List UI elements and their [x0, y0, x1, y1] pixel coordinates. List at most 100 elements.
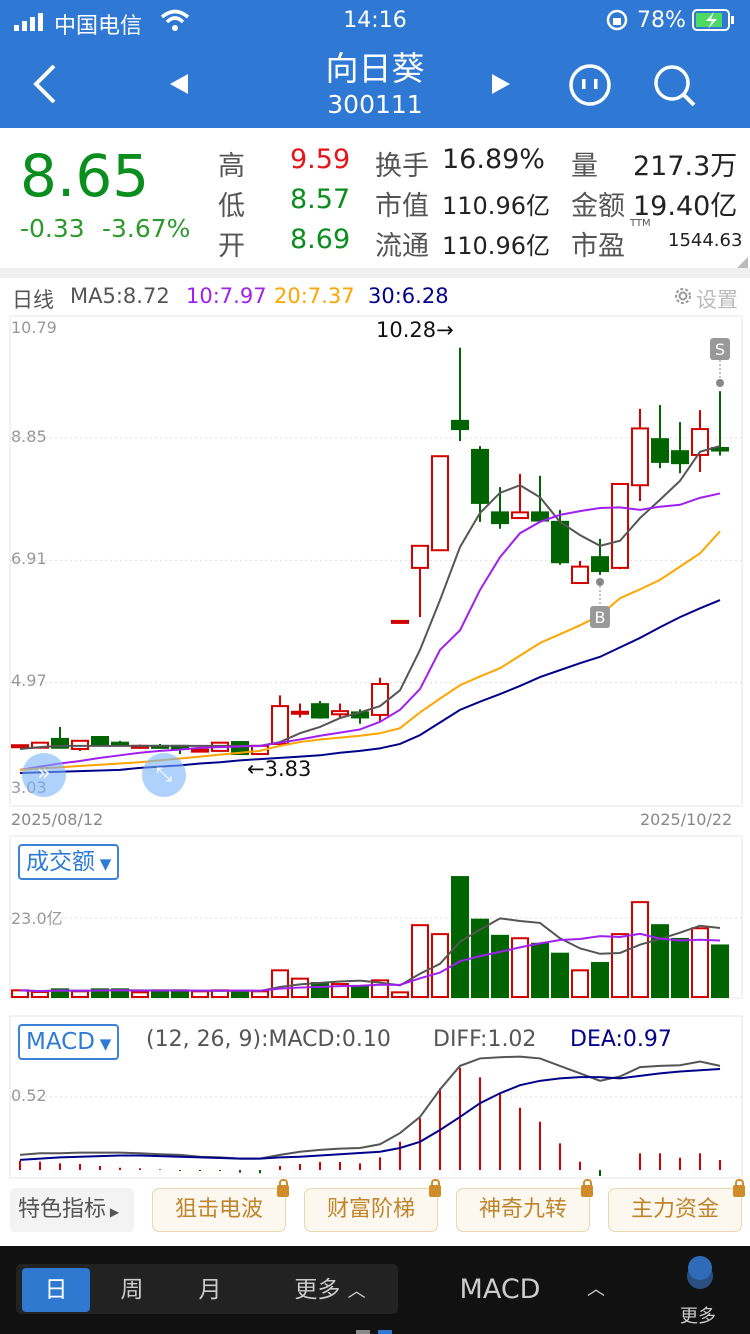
indicator-button[interactable]: 狙击电波 [152, 1179, 289, 1232]
lock-icon [277, 1179, 289, 1197]
candle-body [611, 482, 629, 569]
diff-label: DIFF:1.02 [433, 1027, 537, 1052]
volume-bar [631, 901, 649, 999]
more-menu-icon[interactable] [686, 1256, 714, 1290]
volume-bar [711, 944, 729, 999]
tab-month[interactable]: 月 [178, 1268, 242, 1312]
ma30-line [19, 599, 721, 774]
volume-bar [571, 969, 589, 998]
indicator-button[interactable]: 财富阶梯 [304, 1179, 441, 1232]
lock-icon [733, 1179, 745, 1197]
buy-marker-text: B [595, 608, 606, 627]
volume-bar [31, 990, 49, 998]
y-tick-label: 4.97 [11, 671, 47, 690]
volume-bar [531, 942, 549, 999]
sell-marker-text: S [715, 340, 725, 359]
y-tick-label: 8.85 [11, 427, 47, 446]
candle-body [111, 741, 129, 746]
min-price-label: ←3.83 [247, 757, 312, 781]
indicator-select[interactable]: MACD [450, 1268, 550, 1312]
volume-bar [191, 990, 209, 998]
tab-week[interactable]: 周 [100, 1268, 164, 1312]
indicator-label: 狙击电波 [174, 1197, 263, 1222]
volume-bar [351, 986, 369, 998]
indicator-label: 财富阶梯 [326, 1197, 415, 1222]
macd-y-tick: 0.52 [11, 1086, 47, 1105]
buy-marker-dot [596, 578, 604, 586]
candle-body [311, 703, 329, 719]
volume-bar [231, 990, 249, 998]
candle-body [551, 520, 569, 564]
candle-body [191, 748, 209, 753]
indicator-label: 主力资金 [630, 1197, 719, 1222]
volume-bar [271, 969, 289, 998]
y-tick-label: 10.79 [11, 318, 57, 337]
volume-bar [451, 876, 469, 998]
page-indicator [378, 1330, 392, 1334]
main-chart-frame [9, 315, 743, 807]
volume-bar [251, 990, 269, 998]
indicator-button[interactable]: 主力资金 [608, 1179, 745, 1232]
candle-body [451, 419, 469, 431]
candle-body [671, 450, 689, 465]
volume-bar [651, 924, 669, 999]
chevron-up-icon[interactable]: ︿ [576, 1268, 616, 1312]
tab-day[interactable]: 日 [22, 1268, 90, 1312]
volume-bar [71, 990, 89, 998]
x-start-date: 2025/08/12 [11, 810, 104, 829]
volume-bar [131, 991, 149, 999]
page-indicator [356, 1330, 370, 1334]
indicator-button[interactable]: 神奇九转 [456, 1179, 593, 1232]
candle-body [491, 511, 509, 525]
charts[interactable]: BS [0, 0, 750, 1190]
candle-body [11, 744, 29, 749]
candle-body [651, 438, 669, 463]
x-end-date: 2025/10/22 [640, 810, 733, 829]
tab-more-label: 更多 [294, 1277, 341, 1303]
bottom-toolbar: 日 周 月 更多 ︿ MACD ︿ 更多 [0, 1246, 750, 1334]
macd-indicator-label: MACD [26, 1029, 95, 1055]
candle-body [431, 455, 449, 552]
feature-indicators-label: 特色指标 [18, 1197, 107, 1222]
diff-line [19, 1055, 721, 1160]
max-price-label: 10.28→ [376, 318, 454, 342]
candle-body [291, 710, 309, 715]
candle-body [91, 736, 109, 747]
candle-body [271, 705, 289, 745]
candle-body [331, 710, 349, 716]
tab-more[interactable]: 更多 ︿ [280, 1268, 380, 1312]
candle-body [471, 448, 489, 504]
candle-body [631, 427, 649, 487]
volume-y-tick: 23.0亿 [11, 909, 63, 928]
volume-indicator-label: 成交额 [26, 849, 95, 875]
candle-body [371, 683, 389, 716]
sell-marker-dot [716, 379, 724, 387]
volume-bar [611, 933, 629, 998]
candle-body [571, 565, 589, 585]
volume-bar [551, 952, 569, 999]
y-tick-label: 6.91 [11, 549, 47, 568]
feature-indicators-button[interactable]: 特色指标 ▶ [10, 1188, 134, 1232]
volume-bar [391, 991, 409, 999]
chevron-up-icon: ︿ [347, 1281, 366, 1302]
more-label: 更多 [680, 1306, 716, 1327]
candle-body [511, 511, 529, 520]
volume-bar [671, 937, 689, 998]
volume-bar [491, 934, 509, 998]
indicator-label: 神奇九转 [478, 1197, 567, 1222]
dea-label: DEA:0.97 [570, 1027, 672, 1052]
macd-indicator-select[interactable]: MACD ▼ [18, 1024, 120, 1060]
volume-bar [311, 982, 329, 998]
expand-left-button[interactable]: » [22, 753, 66, 797]
lock-icon [429, 1179, 441, 1197]
candle-body [411, 544, 429, 569]
volume-indicator-select[interactable]: 成交额 ▼ [18, 844, 120, 880]
volume-bar [411, 924, 429, 999]
candle-body [391, 619, 409, 624]
candle-body [591, 556, 609, 573]
lock-icon [581, 1179, 593, 1197]
volume-bar [591, 962, 609, 998]
macd-params: (12, 26, 9):MACD:0.10 [146, 1027, 391, 1052]
fullscreen-button[interactable]: ⤡ [142, 753, 186, 797]
volume-bar [691, 927, 709, 999]
